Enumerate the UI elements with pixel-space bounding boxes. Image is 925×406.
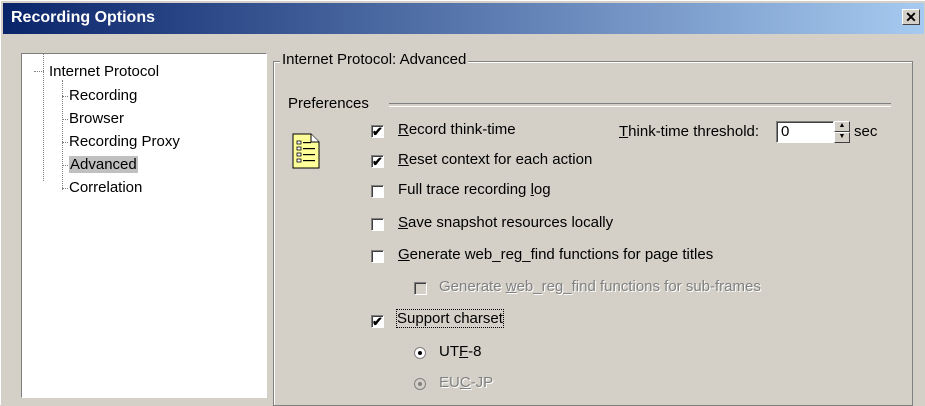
arrow-up-icon: ▲	[838, 122, 846, 129]
tree-line	[62, 165, 68, 167]
arrow-down-icon: ▼	[838, 133, 846, 140]
utf8-radio[interactable]	[414, 347, 426, 359]
tree-line	[43, 54, 45, 181]
label-part: og	[533, 181, 551, 198]
tree-item-recording[interactable]: Recording	[69, 87, 137, 104]
label-part: eset context for each action	[408, 151, 593, 168]
label-part: eb_reg_find functions for sub-frames	[516, 278, 761, 295]
support-charset-label[interactable]: Support charset	[396, 309, 504, 328]
threshold-unit-label: sec	[854, 123, 878, 140]
preferences-document-icon	[292, 133, 320, 169]
label-part: EU	[439, 374, 460, 391]
think-time-threshold-label: Think-time threshold:	[619, 123, 759, 140]
window-title: Recording Options	[11, 9, 155, 26]
support-charset-checkbox[interactable]: ✔	[371, 315, 384, 328]
full-trace-log-label[interactable]: Full trace recording log	[398, 181, 551, 198]
label-part: Full trace recording	[398, 181, 531, 198]
label-part: ecord think-time	[408, 121, 516, 138]
tree-line	[62, 96, 68, 98]
label-mnemonic: F	[459, 343, 469, 360]
check-icon: ✔	[372, 314, 383, 329]
tree-item-label: Recording	[69, 87, 138, 104]
euc-jp-label[interactable]: EUC-JP	[439, 374, 493, 391]
save-snapshot-checkbox[interactable]	[371, 218, 384, 231]
spin-up-button[interactable]: ▲	[834, 121, 850, 132]
full-trace-log-checkbox[interactable]	[371, 185, 384, 198]
record-think-time-checkbox[interactable]: ✔	[371, 125, 384, 138]
tree-item-correlation[interactable]: Correlation	[69, 179, 142, 196]
label-part: Support charset	[397, 310, 503, 327]
reset-context-checkbox[interactable]: ✔	[371, 155, 384, 168]
think-time-threshold-spinner[interactable]: ▲ ▼	[834, 121, 850, 143]
tree-item-label: Internet Protocol	[49, 63, 160, 80]
label-mnemonic: w	[505, 278, 517, 295]
tree-item-browser[interactable]: Browser	[69, 110, 124, 127]
tree-item-internet-protocol[interactable]: Internet Protocol	[49, 63, 159, 80]
advanced-group-box	[273, 61, 913, 406]
check-icon: ✔	[372, 124, 383, 139]
tree-item-label: Recording Proxy	[69, 133, 180, 150]
label-part: ave snapshot resources locally	[408, 214, 614, 231]
utf8-label[interactable]: UTF-8	[439, 343, 482, 360]
close-button[interactable]: ✕	[902, 9, 920, 25]
label-mnemonic: R	[398, 151, 409, 168]
recording-options-dialog: Recording Options ✕ Internet Protocol Re…	[0, 0, 925, 406]
check-icon: ✔	[372, 154, 383, 169]
generate-sub-frames-checkbox[interactable]	[414, 282, 427, 295]
tree-line	[62, 142, 68, 144]
spin-down-button[interactable]: ▼	[834, 132, 850, 143]
tree-item-label: Correlation	[69, 179, 143, 196]
title-bar[interactable]: Recording Options ✕	[3, 3, 924, 34]
record-think-time-label[interactable]: Record think-time	[398, 121, 516, 138]
close-icon: ✕	[905, 9, 917, 25]
tree-item-recording-proxy[interactable]: Recording Proxy	[69, 133, 180, 150]
generate-web-reg-find-label[interactable]: Generate web_reg_find functions for page…	[398, 246, 713, 263]
options-tree[interactable]: Internet Protocol Recording Browser Reco…	[21, 53, 267, 398]
label-part: hink-time threshold:	[628, 123, 760, 140]
tree-line	[62, 188, 68, 190]
preferences-label: Preferences	[288, 95, 369, 112]
tree-item-advanced[interactable]: Advanced	[69, 156, 138, 173]
label-part: UT	[439, 343, 459, 360]
tree-item-label: Browser	[69, 110, 125, 127]
label-mnemonic: R	[398, 121, 409, 138]
label-part: Generate	[439, 278, 506, 295]
reset-context-label[interactable]: Reset context for each action	[398, 151, 592, 168]
group-title: Internet Protocol: Advanced	[280, 51, 469, 68]
think-time-threshold-input[interactable]: 0	[776, 121, 834, 143]
save-snapshot-label[interactable]: Save snapshot resources locally	[398, 214, 613, 231]
label-part: -JP	[470, 374, 494, 391]
tree-line	[34, 71, 44, 73]
label-mnemonic: C	[459, 374, 471, 391]
label-mnemonic: T	[619, 123, 629, 140]
label-mnemonic: G	[398, 246, 410, 263]
generate-web-reg-find-checkbox[interactable]	[371, 250, 384, 263]
tree-line	[62, 119, 68, 121]
euc-jp-radio[interactable]	[414, 378, 426, 390]
label-mnemonic: S	[398, 214, 409, 231]
generate-sub-frames-label[interactable]: Generate web_reg_find functions for sub-…	[439, 278, 761, 295]
tree-item-label: Advanced	[69, 156, 138, 173]
label-part: -8	[468, 343, 482, 360]
label-part: enerate web_reg_find functions for page …	[409, 246, 714, 263]
preferences-divider	[389, 103, 891, 107]
